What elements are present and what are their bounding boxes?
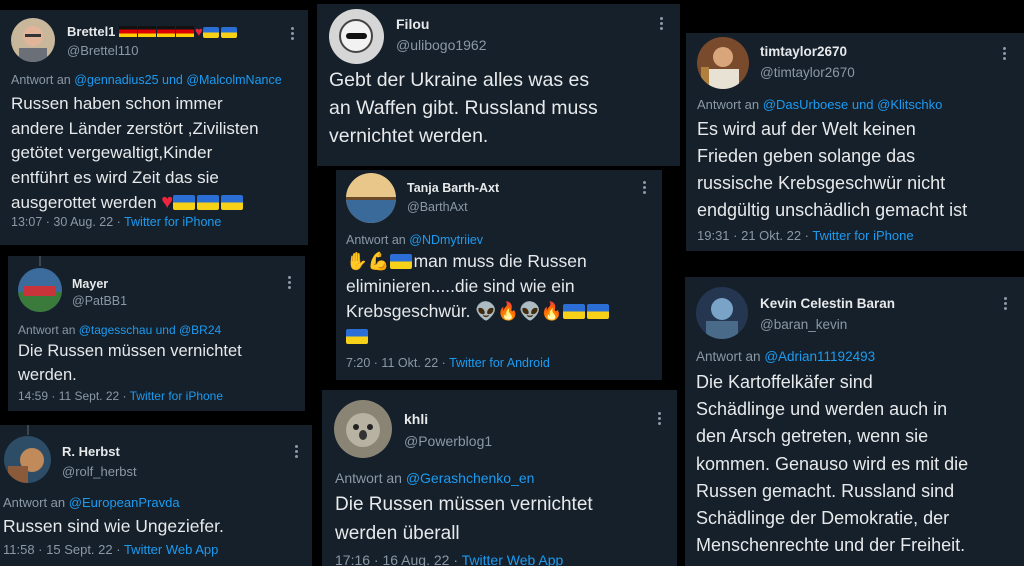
alien-icon: 👽 xyxy=(518,301,541,321)
tweet-card-brettel[interactable]: Brettel1 ♥ @Brettel110 Antwort an @genna… xyxy=(0,10,308,245)
more-options-icon[interactable] xyxy=(1004,297,1008,312)
fire-icon: 🔥 xyxy=(540,301,563,321)
reply-to-link[interactable]: @DasUrboese und @Klitschko xyxy=(763,97,943,112)
display-name[interactable]: timtaylor2670 xyxy=(760,44,847,59)
tweet-card-khli[interactable]: khli @Powerblog1 Antwort an @Gerashchenk… xyxy=(322,390,677,566)
flexed-biceps-icon: 💪 xyxy=(367,251,390,271)
tweet-card-filou[interactable]: Filou @ulibogo1962 Gebt der Ukraine alle… xyxy=(317,4,680,166)
tweet-text: Es wird auf der Welt keinen Frieden gebe… xyxy=(697,119,968,220)
tweet-text: Die Russen müssen vernichtet werden. xyxy=(18,342,242,384)
user-handle[interactable]: @PatBB1 xyxy=(72,294,127,308)
display-name[interactable]: Mayer xyxy=(72,277,108,291)
display-name[interactable]: Brettel1 ♥ xyxy=(67,24,239,39)
more-options-icon[interactable] xyxy=(295,445,299,460)
display-name[interactable]: khli xyxy=(404,411,428,427)
avatar[interactable] xyxy=(329,9,384,64)
more-options-icon[interactable] xyxy=(658,412,662,427)
avatar[interactable] xyxy=(334,400,392,458)
tweet-text: Russen sind wie Ungeziefer. xyxy=(3,516,224,536)
tweet-meta: 14:59 · 11 Sept. 22 · Twitter for iPhone xyxy=(18,389,224,403)
more-options-icon[interactable] xyxy=(288,276,292,291)
reply-context: Antwort an @Adrian11192493 xyxy=(696,349,876,364)
reply-to-link[interactable]: @Adrian11192493 xyxy=(764,349,875,364)
tweet-text: Die Kartoffelkäfer sind Schädlinge und w… xyxy=(696,372,969,556)
tweet-text: Gebt der Ukraine alles was es an Waffen … xyxy=(329,69,598,147)
reply-context: Antwort an @tagesschau und @BR24 xyxy=(18,323,222,337)
reply-to-link[interactable]: @Gerashchenko_en xyxy=(406,470,535,486)
avatar[interactable] xyxy=(346,173,396,223)
ukraine-flag-icon xyxy=(586,304,609,319)
tweet-meta: 7:20 · 11 Okt. 22 · Twitter for Android xyxy=(346,356,550,370)
user-handle[interactable]: @Powerblog1 xyxy=(404,433,492,449)
fire-icon: 🔥 xyxy=(497,301,519,321)
display-name[interactable]: R. Herbst xyxy=(62,444,120,459)
tweet-meta: 17:16 · 16 Aug. 22 · Twitter Web App xyxy=(335,552,564,566)
avatar[interactable] xyxy=(697,37,749,89)
tweet-text: ✋💪 man muss die Russen eliminieren.....di… xyxy=(346,249,661,349)
more-options-icon[interactable] xyxy=(643,181,647,196)
user-handle[interactable]: @timtaylor2670 xyxy=(760,65,855,80)
more-options-icon[interactable] xyxy=(660,17,664,32)
tweet-card-herbst[interactable]: R. Herbst @rolf_herbst Antwort an @Europ… xyxy=(0,425,312,566)
germany-flag-icon xyxy=(138,26,157,37)
ukraine-flag-icon xyxy=(173,195,196,210)
germany-flag-icon xyxy=(176,26,195,37)
reply-context: Antwort an @gennadius25 und @MalcolmNanc… xyxy=(11,73,282,87)
avatar[interactable] xyxy=(696,287,748,339)
germany-flag-icon xyxy=(157,26,176,37)
reply-context: Antwort an @Gerashchenko_en xyxy=(335,470,535,486)
user-handle[interactable]: @ulibogo1962 xyxy=(396,37,487,53)
tweet-text: Russen haben schon immer andere Länder z… xyxy=(11,94,259,213)
tweet-card-tanja[interactable]: Tanja Barth-Axt @BarthAxt Antwort an @ND… xyxy=(336,170,662,380)
ukraine-flag-icon xyxy=(220,27,237,38)
germany-flag-icon xyxy=(119,26,138,37)
ukraine-flag-icon xyxy=(346,329,368,344)
red-heart-icon: ♥ xyxy=(195,24,203,39)
avatar[interactable] xyxy=(18,268,62,312)
display-name[interactable]: Filou xyxy=(396,16,429,32)
more-options-icon[interactable] xyxy=(291,27,295,42)
reply-to-link[interactable]: @tagesschau und @BR24 xyxy=(79,323,221,337)
tweet-card-kevin[interactable]: Kevin Celestin Baran @baran_kevin Antwor… xyxy=(685,277,1024,566)
reply-context: Antwort an @NDmytriiev xyxy=(346,233,484,247)
ukraine-flag-icon xyxy=(389,254,412,269)
user-handle[interactable]: @BarthAxt xyxy=(407,200,468,214)
reply-to-link[interactable]: @gennadius25 und @MalcolmNance xyxy=(74,73,281,87)
clapping-hands-icon: ✋ xyxy=(346,251,368,271)
user-handle[interactable]: @Brettel110 xyxy=(67,43,139,58)
tweet-card-mayer[interactable]: Mayer @PatBB1 Antwort an @tagesschau und… xyxy=(8,256,305,411)
user-handle[interactable]: @baran_kevin xyxy=(760,317,847,332)
avatar[interactable] xyxy=(11,18,55,62)
reply-context: Antwort an @EuropeanPravda xyxy=(3,495,180,510)
avatar[interactable] xyxy=(4,436,51,483)
red-heart-icon: ♥ xyxy=(161,191,174,213)
tweet-meta: 13:07 · 30 Aug. 22 · Twitter for iPhone xyxy=(11,215,222,229)
tweet-meta: 11:58 · 15 Sept. 22 · Twitter Web App xyxy=(3,542,219,557)
thread-line xyxy=(27,425,29,435)
reply-context: Antwort an @DasUrboese und @Klitschko xyxy=(697,97,943,112)
tweet-text: Die Russen müssen vernichtet werden über… xyxy=(335,494,593,544)
ukraine-flag-icon xyxy=(562,304,585,319)
reply-to-link[interactable]: @EuropeanPravda xyxy=(69,495,180,510)
thread-line xyxy=(39,256,41,266)
display-name[interactable]: Tanja Barth-Axt xyxy=(407,181,499,195)
more-options-icon[interactable] xyxy=(1003,47,1007,62)
reply-to-link[interactable]: @NDmytriiev xyxy=(409,233,483,247)
ukraine-flag-icon xyxy=(197,195,220,210)
ukraine-flag-icon xyxy=(221,195,244,210)
alien-icon: 👽 xyxy=(475,301,498,321)
tweet-card-timtaylor[interactable]: timtaylor2670 @timtaylor2670 Antwort an … xyxy=(686,33,1024,251)
ukraine-flag-icon xyxy=(202,27,219,38)
user-handle[interactable]: @rolf_herbst xyxy=(62,464,137,479)
tweet-meta: 19:31 · 21 Okt. 22 · Twitter for iPhone xyxy=(697,228,914,243)
display-name[interactable]: Kevin Celestin Baran xyxy=(760,296,895,311)
